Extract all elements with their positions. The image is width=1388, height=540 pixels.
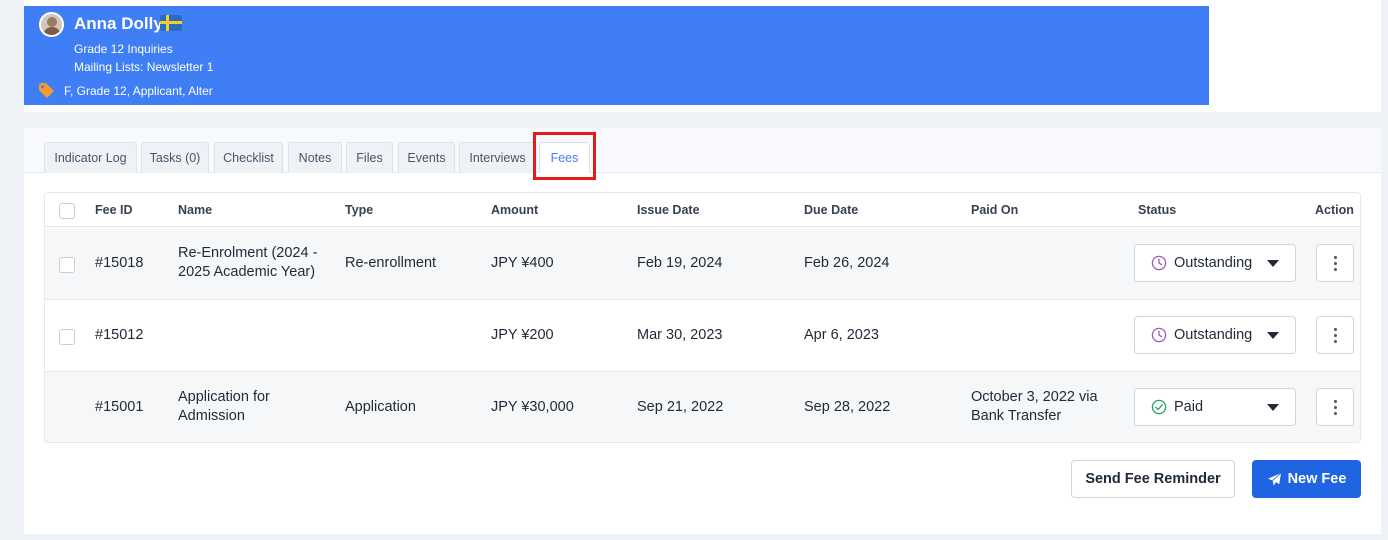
- clock-icon: [1151, 255, 1167, 271]
- more-actions-button[interactable]: [1316, 316, 1354, 354]
- column-header[interactable]: Action: [1315, 203, 1354, 217]
- more-actions-button[interactable]: [1316, 244, 1354, 282]
- column-header[interactable]: Issue Date: [637, 203, 700, 217]
- tab-indicator-log[interactable]: Indicator Log: [44, 142, 137, 173]
- fee-amount: JPY ¥30,000: [491, 399, 574, 415]
- tab-checklist[interactable]: Checklist: [214, 142, 283, 173]
- column-header[interactable]: Status: [1138, 203, 1176, 217]
- clock-icon: [1151, 327, 1167, 343]
- status-dropdown[interactable]: Outstanding: [1134, 316, 1296, 354]
- tag-row: F, Grade 12, Applicant, Alter: [38, 83, 213, 99]
- status-label: Outstanding: [1174, 255, 1253, 271]
- profile-banner: Anna Dolly Grade 12 Inquiries Mailing Li…: [24, 6, 1209, 105]
- more-vertical-icon: [1333, 399, 1337, 403]
- status-label: Outstanding: [1174, 327, 1253, 343]
- more-vertical-icon: [1333, 255, 1337, 259]
- program-label: Grade 12 Inquiries: [74, 42, 173, 56]
- column-header[interactable]: Fee ID: [95, 203, 133, 217]
- chevron-down-icon: [1267, 404, 1279, 411]
- chevron-down-icon: [1267, 260, 1279, 267]
- fee-id: #15001: [95, 399, 144, 415]
- table-header: Fee ID Name Type Amount Issue Date Due D…: [45, 193, 1360, 227]
- row-checkbox[interactable]: [59, 257, 75, 273]
- new-fee-button[interactable]: New Fee: [1252, 460, 1361, 498]
- status-dropdown[interactable]: Outstanding: [1134, 244, 1296, 282]
- paper-plane-icon: [1267, 472, 1281, 486]
- due-date: Sep 28, 2022: [804, 399, 891, 415]
- tab-notes[interactable]: Notes: [288, 142, 342, 173]
- avatar[interactable]: [39, 12, 64, 37]
- fees-card: Indicator Log Tasks (0) Checklist Notes …: [24, 128, 1381, 534]
- fee-name: Application for Admission: [178, 389, 270, 424]
- check-circle-icon: [1151, 399, 1167, 415]
- more-vertical-icon: [1333, 327, 1337, 331]
- sweden-flag-icon: [160, 15, 182, 31]
- fee-amount: JPY ¥400: [491, 255, 554, 271]
- fee-id: #15012: [95, 327, 144, 343]
- column-header[interactable]: Type: [345, 203, 373, 217]
- tab-tasks[interactable]: Tasks (0): [141, 142, 209, 173]
- issue-date: Feb 19, 2024: [637, 255, 723, 271]
- send-fee-reminder-button[interactable]: Send Fee Reminder: [1071, 460, 1235, 498]
- more-actions-button[interactable]: [1316, 388, 1354, 426]
- due-date: Apr 6, 2023: [804, 327, 879, 343]
- tags-label: F, Grade 12, Applicant, Alter: [64, 84, 213, 98]
- table-row[interactable]: #15012 JPY ¥200 Mar 30, 2023 Apr 6, 2023…: [45, 300, 1360, 372]
- issue-date: Sep 21, 2022: [637, 399, 724, 415]
- issue-date: Mar 30, 2023: [637, 327, 723, 343]
- table-row[interactable]: #15001 Application for Admission Applica…: [45, 372, 1360, 442]
- tabs-bar: Indicator Log Tasks (0) Checklist Notes …: [24, 128, 1381, 173]
- fee-amount: JPY ¥200: [491, 327, 554, 343]
- student-name[interactable]: Anna Dolly: [74, 14, 163, 34]
- tab-fees[interactable]: Fees: [539, 142, 590, 173]
- mailing-lists-label: Mailing Lists: Newsletter 1: [74, 60, 214, 74]
- tab-files[interactable]: Files: [346, 142, 393, 173]
- status-dropdown[interactable]: Paid: [1134, 388, 1296, 426]
- column-header[interactable]: Due Date: [804, 203, 858, 217]
- status-label: Paid: [1174, 399, 1204, 415]
- table-row[interactable]: #15018 Re-Enrolment (2024 - 2025 Academi…: [45, 228, 1360, 300]
- column-header[interactable]: Amount: [491, 203, 538, 217]
- fee-id: #15018: [95, 255, 144, 271]
- column-header[interactable]: Name: [178, 203, 212, 217]
- row-checkbox[interactable]: [59, 329, 75, 345]
- column-header[interactable]: Paid On: [971, 203, 1018, 217]
- new-fee-label: New Fee: [1287, 471, 1347, 487]
- tab-events[interactable]: Events: [398, 142, 455, 173]
- fees-table: Fee ID Name Type Amount Issue Date Due D…: [44, 192, 1361, 443]
- select-all-checkbox[interactable]: [59, 203, 75, 219]
- fee-type: Re-enrollment: [345, 255, 437, 271]
- fee-name: Re-Enrolment (2024 - 2025 Academic Year): [178, 245, 318, 280]
- fee-type: Application: [345, 399, 416, 415]
- due-date: Feb 26, 2024: [804, 255, 890, 271]
- tab-interviews[interactable]: Interviews: [459, 142, 536, 173]
- paid-on: October 3, 2022 via Bank Transfer: [971, 389, 1098, 424]
- chevron-down-icon: [1267, 332, 1279, 339]
- tag-icon: [39, 83, 54, 98]
